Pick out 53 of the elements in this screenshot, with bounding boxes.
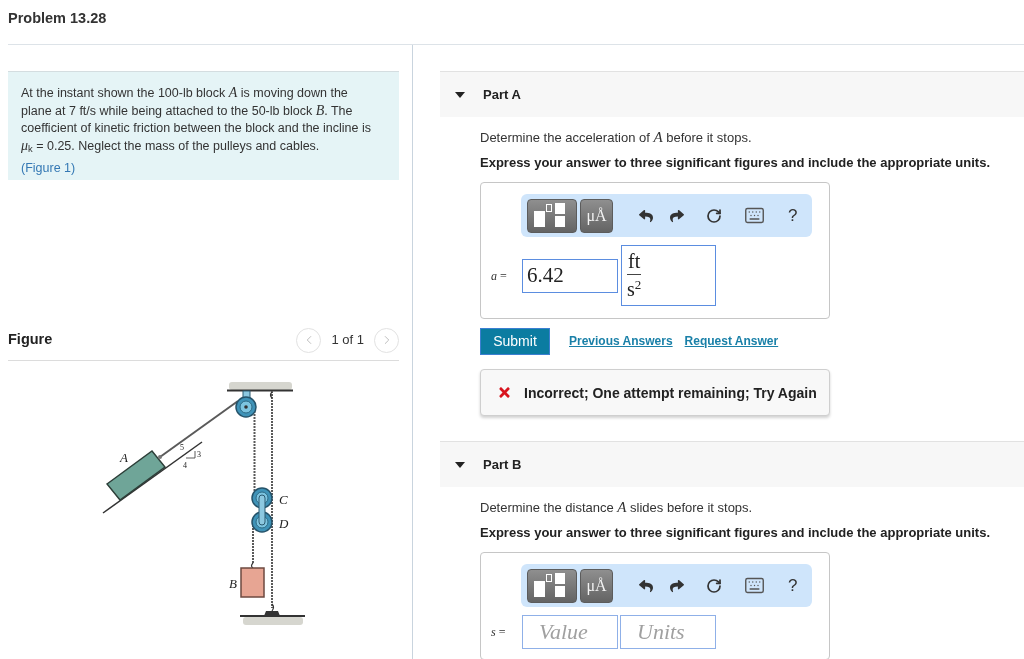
value-field[interactable]: Value — [522, 615, 618, 649]
variable-label: a = — [491, 268, 508, 283]
reset-button[interactable] — [706, 207, 722, 224]
feedback-text: Incorrect; One attempt remaining; Try Again — [524, 383, 817, 402]
figure-title: Figure — [8, 330, 53, 350]
page-title: Problem 13.28 — [8, 10, 107, 26]
diagram-label: D — [279, 516, 289, 531]
redo-icon — [670, 578, 684, 593]
figure-link[interactable]: (Figure 1) — [21, 161, 76, 175]
part-toggle-button[interactable]: Part B — [440, 441, 1024, 487]
answer-link[interactable]: Previous Answers — [569, 334, 673, 349]
units-button[interactable]: μÅ — [580, 568, 613, 603]
diagram-label: C — [279, 492, 288, 507]
undo-icon — [639, 208, 653, 223]
help-button[interactable]: ? — [788, 207, 798, 224]
redo-icon — [670, 208, 684, 223]
question-text: Determine the distance A slides before it stops. — [480, 499, 753, 516]
units-button[interactable]: μÅ — [580, 198, 613, 233]
pager-count: 1 of 1 — [331, 331, 364, 350]
diagram-label: 5 — [180, 443, 184, 452]
submit-button[interactable]: Submit — [480, 328, 550, 355]
units-field[interactable]: Units — [620, 615, 716, 649]
keyboard-icon — [744, 575, 765, 596]
keyboard-button[interactable] — [744, 205, 765, 226]
diagram-label: 3 — [197, 450, 201, 459]
reset-icon — [706, 577, 722, 594]
redo-button[interactable] — [670, 208, 684, 223]
variable-label: s = — [491, 625, 507, 639]
value-field[interactable]: 6.42 — [522, 258, 618, 293]
diagram-label: B — [229, 576, 237, 591]
keyboard-button[interactable] — [744, 575, 765, 596]
undo-button[interactable] — [639, 578, 653, 593]
diagram-label: 4 — [183, 461, 187, 470]
instruction-text: Express your answer to three significant figures and include the appropriate units. — [480, 525, 990, 541]
keyboard-icon — [744, 205, 765, 226]
instruction-text: Express your answer to three significant figures and include the appropriate units. — [480, 155, 990, 171]
template-button[interactable] — [527, 198, 577, 233]
question-text: Determine the acceleration of A before it stops. — [480, 129, 752, 146]
undo-button[interactable] — [639, 208, 653, 223]
reset-button[interactable] — [706, 577, 722, 594]
template-icon — [534, 203, 565, 228]
problem-statement: At the instant shown the 100-lb block A is moving down the plane at 7 ft/s while being attached to the 50-lb block B. The coefficient of kinetic friction between the block and the incline is μ$_{k}$ = 0.25. Neglect the mass of the pulleys and cables. — [21, 84, 372, 155]
template-icon — [534, 573, 565, 598]
template-button[interactable] — [527, 568, 577, 603]
answer-link[interactable]: Request Answer — [684, 334, 779, 349]
units-field[interactable]: ft s$^{2}$ — [621, 245, 716, 306]
undo-icon — [639, 578, 653, 593]
help-button[interactable]: ? — [788, 577, 798, 594]
cross-icon — [497, 385, 512, 400]
diagram-label: A — [120, 450, 128, 465]
part-toggle-button[interactable]: Part A — [440, 71, 1024, 117]
redo-button[interactable] — [670, 578, 684, 593]
reset-icon — [706, 207, 722, 224]
